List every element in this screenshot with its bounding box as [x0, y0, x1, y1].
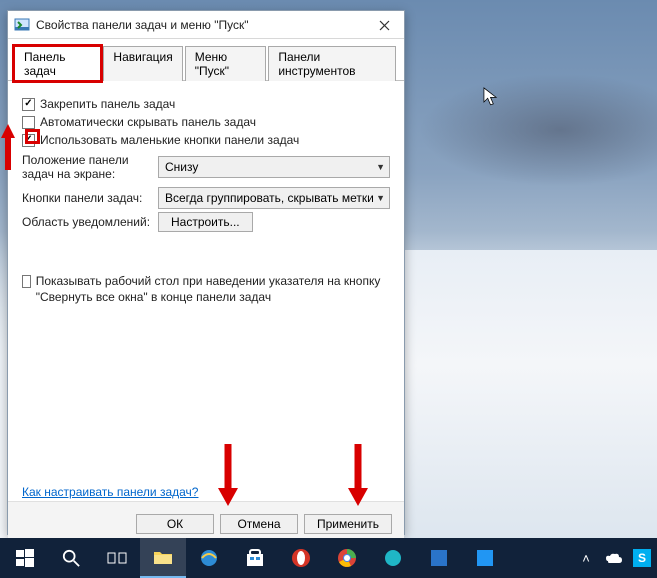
select-value: Всегда группировать, скрывать метки [165, 191, 374, 205]
taskbar-app-generic3[interactable] [462, 538, 508, 578]
tab-startmenu[interactable]: Меню "Пуск" [185, 46, 267, 81]
help-link[interactable]: Как настраивать панели задач? [22, 485, 198, 499]
app-icon [383, 548, 403, 568]
tab-strip: Панель задач Навигация Меню "Пуск" Панел… [8, 39, 404, 81]
cancel-button[interactable]: Отмена [220, 514, 298, 534]
titlebar[interactable]: Свойства панели задач и меню "Пуск" [8, 11, 404, 39]
label-buttons: Кнопки панели задач: [22, 191, 152, 205]
app-icon [14, 17, 30, 33]
start-button[interactable] [2, 538, 48, 578]
ie-icon [199, 548, 219, 568]
tab-label: Навигация [113, 50, 172, 64]
chevron-down-icon: ▼ [376, 193, 385, 203]
close-button[interactable] [364, 11, 404, 39]
search-button[interactable] [48, 538, 94, 578]
select-buttons[interactable]: Всегда группировать, скрывать метки ▼ [158, 187, 390, 209]
tray-skype-icon[interactable]: S [633, 549, 651, 567]
tab-toolpanels[interactable]: Панели инструментов [268, 46, 396, 81]
window-title: Свойства панели задач и меню "Пуск" [36, 18, 249, 32]
svg-text:S: S [638, 551, 646, 565]
checkbox-label: Закрепить панель задач [40, 97, 175, 111]
checkbox-lock-taskbar[interactable] [22, 98, 35, 111]
checkbox-label: Использовать маленькие кнопки панели зад… [40, 133, 299, 147]
configure-button[interactable]: Настроить... [158, 212, 253, 232]
taskbar-app-store[interactable] [232, 538, 278, 578]
desktop-wallpaper-lower [400, 250, 657, 538]
apply-button[interactable]: Применить [304, 514, 392, 534]
taskbar-properties-window: Свойства панели задач и меню "Пуск" Пане… [7, 10, 405, 535]
system-tray: ˄ S [577, 549, 655, 567]
taskbar-app-chrome[interactable] [324, 538, 370, 578]
taskbar-app-opera[interactable] [278, 538, 324, 578]
label-position: Положение панели задач на экране: [22, 153, 152, 181]
select-value: Снизу [165, 160, 198, 174]
tray-onedrive-icon[interactable] [605, 549, 623, 567]
tab-label: Панель задач [24, 50, 65, 78]
app-icon [429, 548, 449, 568]
windows-logo-icon [16, 549, 34, 567]
taskbar[interactable]: ˄ S [0, 538, 657, 578]
task-view-icon [107, 550, 127, 566]
chrome-icon [337, 548, 357, 568]
taskbar-app-generic2[interactable] [416, 538, 462, 578]
search-icon [62, 549, 80, 567]
taskbar-app-explorer[interactable] [140, 538, 186, 578]
app-icon [475, 548, 495, 568]
annotation-outline [25, 129, 40, 144]
tab-label: Панели инструментов [278, 50, 355, 78]
store-icon [245, 548, 265, 568]
tab-label: Меню "Пуск" [195, 50, 229, 78]
checkbox-label: Показывать рабочий стол при наведении ук… [36, 273, 390, 305]
folder-icon [153, 549, 173, 565]
taskbar-app-ie[interactable] [186, 538, 232, 578]
close-icon [379, 20, 390, 31]
checkbox-autohide[interactable] [22, 116, 35, 129]
checkbox-label: Автоматически скрывать панель задач [40, 115, 256, 129]
checkbox-peek-desktop[interactable] [22, 275, 31, 288]
task-view-button[interactable] [94, 538, 140, 578]
ok-button[interactable]: ОК [136, 514, 214, 534]
opera-icon [291, 548, 311, 568]
taskbar-app-generic1[interactable] [370, 538, 416, 578]
label-notify: Область уведомлений: [22, 215, 152, 229]
select-position[interactable]: Снизу ▼ [158, 156, 390, 178]
tab-navigation[interactable]: Навигация [103, 46, 182, 81]
tab-taskbar[interactable]: Панель задач [14, 46, 101, 81]
tray-chevron-up-icon[interactable]: ˄ [577, 549, 595, 567]
tab-content: Закрепить панель задач Автоматически скр… [8, 81, 404, 501]
chevron-down-icon: ▼ [376, 162, 385, 172]
